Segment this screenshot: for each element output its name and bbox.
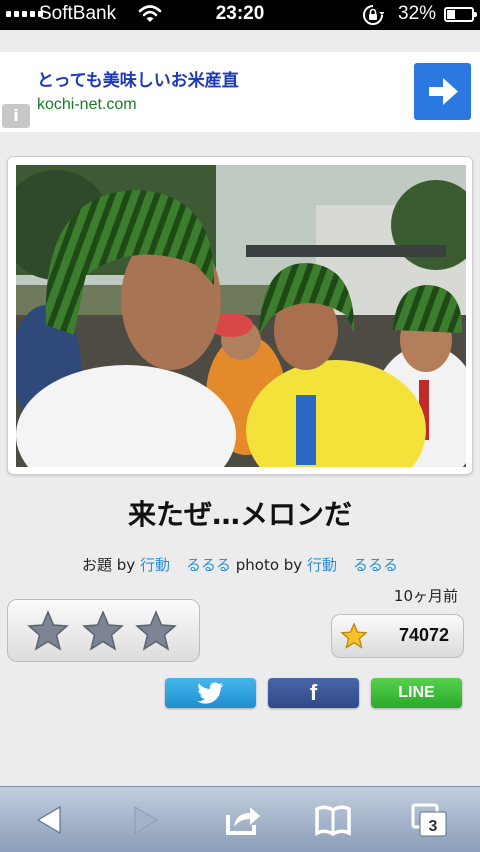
share-action-icon[interactable] (222, 801, 262, 839)
photo-author-link[interactable]: 行動 (307, 556, 337, 574)
tabs-count: 3 (429, 818, 438, 835)
ad-url[interactable]: kochi-net.com (37, 96, 137, 114)
rotation-lock-icon (362, 4, 385, 32)
twitter-share-button[interactable] (165, 678, 256, 708)
topic-label: お題 by (81, 556, 136, 574)
score-badge: 74072 (331, 614, 464, 658)
ad-info-icon[interactable]: i (2, 104, 30, 128)
star-icon[interactable] (134, 609, 178, 653)
twitter-bird-icon (196, 682, 223, 704)
back-arrow-icon[interactable] (30, 801, 70, 839)
star-icon[interactable] (81, 609, 125, 653)
forward-arrow-icon[interactable] (125, 801, 165, 839)
ad-banner[interactable]: とっても美味しいお米産直 kochi-net.com i (0, 52, 480, 132)
credit-line: お題 by 行動 るるる photo by 行動 るるる (0, 554, 480, 575)
line-share-button[interactable]: LINE (371, 678, 462, 708)
tabs-icon[interactable]: 3 (410, 801, 450, 839)
photo-label: photo by (235, 556, 303, 574)
browser-toolbar: 3 (0, 786, 480, 852)
rating-stars[interactable] (7, 599, 200, 662)
ad-arrow-button[interactable] (414, 63, 471, 120)
post-time-ago: 10ヶ月前 (393, 587, 458, 605)
score-value: 74072 (398, 625, 449, 645)
ad-title[interactable]: とっても美味しいお米産直 (37, 66, 239, 91)
photo-card (7, 156, 473, 475)
post-caption: 来たぜ…メロンだ (127, 498, 352, 531)
arrow-right-icon (429, 78, 458, 105)
topic-author-name-link[interactable]: るるる (186, 556, 231, 574)
bookmarks-icon[interactable] (313, 801, 353, 839)
status-bar: SoftBank 23:20 32% (0, 0, 480, 30)
photo-author-name-link[interactable]: るるる (353, 556, 398, 574)
watermelon-helmet-photo[interactable] (16, 165, 466, 467)
topic-author-link[interactable]: 行動 (140, 556, 170, 574)
battery-icon (444, 7, 477, 22)
battery-percentage: 32% (398, 3, 437, 24)
star-icon[interactable] (26, 609, 70, 653)
facebook-share-button[interactable]: f (268, 678, 359, 708)
gold-star-icon (340, 622, 368, 649)
